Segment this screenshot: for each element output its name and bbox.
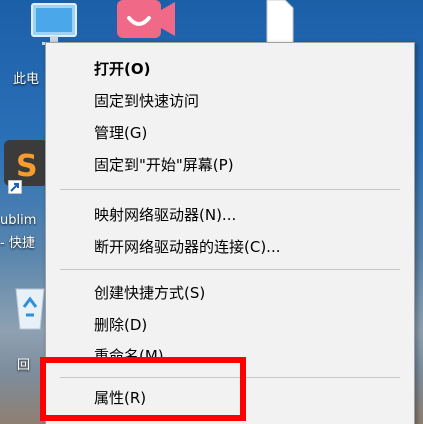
menu-item-disconnect-network-drive[interactable]: 断开网络驱动器的连接(C)... — [46, 231, 414, 263]
shortcut-arrow-icon — [8, 180, 22, 194]
desktop: 此电 S ublim - 快捷 回 打开(O) 固定到快速访问 管理(G) 固定 — [0, 0, 423, 424]
menu-separator — [60, 189, 400, 190]
sublime-desktop-icon[interactable]: S — [0, 140, 50, 210]
recycle-bin-label: 回 — [17, 358, 31, 373]
menu-item-map-network-drive[interactable]: 映射网络驱动器(N)... — [46, 199, 414, 231]
menu-item-create-shortcut[interactable]: 创建快捷方式(S) — [46, 277, 414, 309]
sublime-label-line2: - 快捷 — [0, 236, 35, 251]
menu-separator — [60, 269, 400, 270]
recycle-bin-icon — [15, 288, 45, 330]
highlight-annotation-box — [40, 357, 246, 421]
menu-item-pin-quick-access[interactable]: 固定到快速访问 — [46, 85, 414, 117]
menu-item-pin-start[interactable]: 固定到"开始"屏幕(P) — [46, 149, 414, 181]
file-icon[interactable] — [265, 0, 295, 44]
menu-item-delete[interactable]: 删除(D) — [46, 309, 414, 341]
menu-item-open[interactable]: 打开(O) — [46, 53, 414, 85]
svg-text:S: S — [16, 149, 38, 184]
menu-item-manage[interactable]: 管理(G) — [46, 117, 414, 149]
sublime-label-line1: ublim — [0, 213, 37, 228]
this-pc-label: 此电 — [13, 72, 40, 87]
video-app-icon[interactable] — [115, 0, 179, 44]
